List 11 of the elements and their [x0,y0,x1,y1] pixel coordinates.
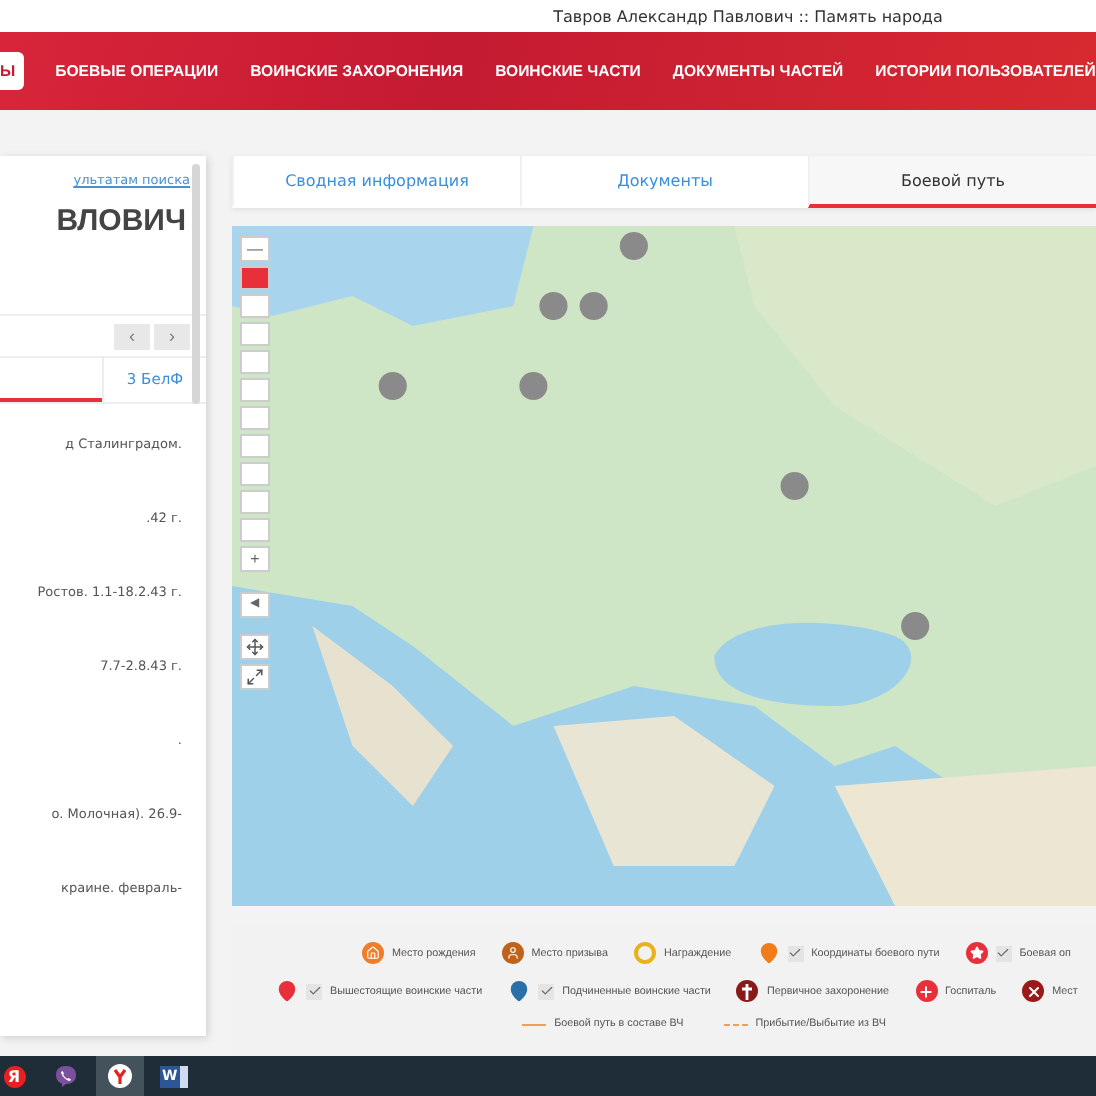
window-title: Тавров Александр Павлович :: Память народа [553,7,943,25]
tab[interactable]: Сводная информация [232,156,520,208]
zoom-out-button[interactable]: — [240,236,270,262]
tab[interactable]: Документы [520,156,808,208]
person-name: ВЛОВИЧ [56,204,186,238]
next-button[interactable]: › [154,323,190,349]
prev-button[interactable]: ‹ [114,323,150,349]
taskbar-button[interactable]: Я [0,1056,36,1096]
yandex-icon: Я [3,1065,25,1087]
tab[interactable]: Боевой путь [808,156,1096,208]
zoom-in-button[interactable]: + [240,546,270,572]
